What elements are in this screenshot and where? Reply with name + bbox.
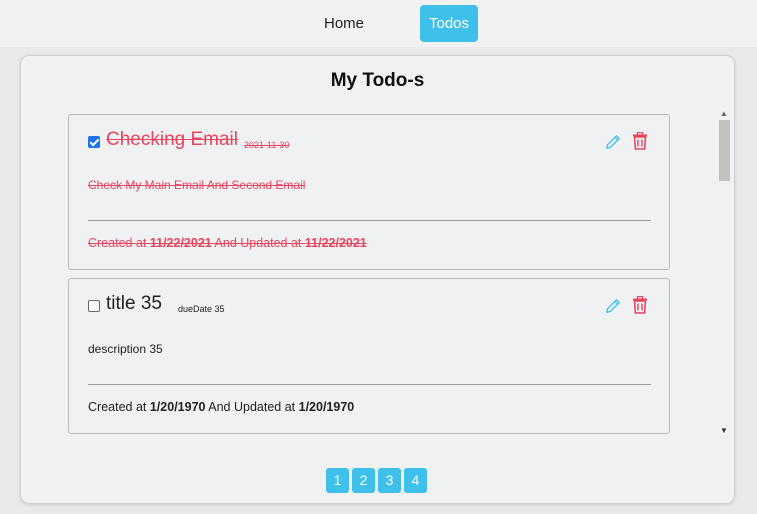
divider [88, 384, 651, 385]
created-date: 11/22/2021 [149, 236, 212, 250]
pencil-icon[interactable] [605, 298, 621, 314]
todo-description: description 35 [88, 342, 163, 356]
todo-title: title 35 [106, 293, 162, 314]
todo-list: Checking Email 2021-11-30 Check My Main … [68, 113, 674, 435]
updated-date: 1/20/1970 [298, 400, 355, 414]
created-prefix: Created at [88, 400, 147, 414]
todo-timestamps: Created at 11/22/2021 And Updated at 11/… [88, 236, 367, 250]
todo-timestamps: Created at 1/20/1970 And Updated at 1/20… [88, 400, 354, 414]
divider [88, 220, 651, 221]
todo-description: Check My Main Email And Second Email [88, 178, 306, 192]
navbar: Home Todos [0, 0, 757, 47]
todo-title: Checking Email [106, 129, 238, 150]
page-button-3[interactable]: 3 [378, 468, 401, 493]
scroll-up-arrow-icon[interactable]: ▲ [720, 109, 728, 118]
todos-panel: My Todo-s Checking Email 2021-11-30 Chec… [20, 55, 735, 504]
list-scrollbar[interactable]: ▲ ▼ [718, 109, 730, 437]
scrollbar-thumb[interactable] [719, 120, 730, 181]
trash-icon[interactable] [632, 132, 648, 150]
trash-icon[interactable] [632, 296, 648, 314]
page-button-2[interactable]: 2 [352, 468, 375, 493]
todo-completed-checkbox[interactable] [88, 136, 100, 148]
created-date: 1/20/1970 [149, 400, 206, 414]
updated-prefix: And Updated at [214, 236, 302, 250]
todo-due-date: dueDate 35 [178, 304, 225, 314]
page-title: My Todo-s [330, 70, 425, 91]
pencil-icon[interactable] [605, 134, 621, 150]
todo-card: Checking Email 2021-11-30 Check My Main … [68, 114, 670, 270]
created-prefix: Created at [88, 236, 147, 250]
todo-due-date: 2021-11-30 [244, 140, 290, 150]
page-button-4[interactable]: 4 [404, 468, 427, 493]
page-button-1[interactable]: 1 [326, 468, 349, 493]
nav-home-link[interactable]: Home [314, 5, 374, 42]
scroll-down-arrow-icon[interactable]: ▼ [720, 426, 728, 435]
updated-date: 11/22/2021 [304, 236, 367, 250]
todo-card: title 35 dueDate 35 description 35 Creat… [68, 278, 670, 434]
todo-completed-checkbox[interactable] [88, 300, 100, 312]
nav-todos-link[interactable]: Todos [420, 5, 478, 42]
updated-prefix: And Updated at [208, 400, 296, 414]
